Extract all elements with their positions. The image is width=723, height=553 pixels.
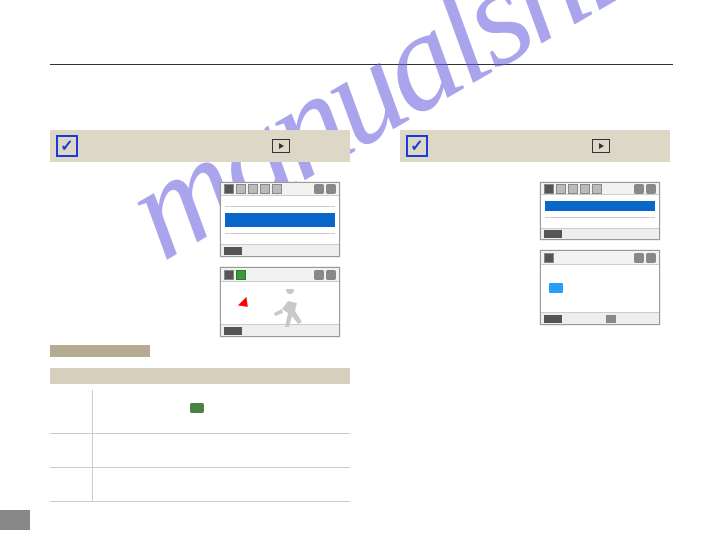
- badge-icon: [326, 184, 336, 194]
- table-header-bar: [50, 368, 350, 384]
- running-figure-icon: [268, 289, 308, 335]
- table-row: [50, 468, 350, 502]
- check-icon: ✓: [56, 135, 78, 157]
- screen-tabbar: [221, 183, 339, 196]
- badge-icon: [646, 253, 656, 263]
- menu-label-icon: [544, 230, 562, 238]
- tab-icon: [592, 184, 602, 194]
- red-arrow-icon: [238, 297, 252, 311]
- menu-label-icon: [224, 247, 242, 255]
- tab-icon: [568, 184, 578, 194]
- rule-top: [50, 64, 673, 65]
- subsection-label-bar: [50, 345, 150, 357]
- tab-icon: [544, 253, 554, 263]
- green-chip-icon: [190, 403, 204, 413]
- table-row: [50, 434, 350, 468]
- tab-icon: [248, 184, 258, 194]
- menu-body: [541, 195, 659, 228]
- badge-icon: [646, 184, 656, 194]
- folder-body: [541, 265, 659, 312]
- menu-label-icon: [224, 327, 242, 335]
- check-icon: ✓: [406, 135, 428, 157]
- menu-screen: [540, 182, 660, 240]
- screen-footer: [221, 244, 339, 256]
- tab-icon: [224, 184, 234, 194]
- preview-body: [221, 282, 339, 324]
- menu-row: [225, 206, 335, 207]
- badge-icon: [314, 270, 324, 280]
- badge-icon: [634, 184, 644, 194]
- screen-footer: [541, 228, 659, 239]
- table-divider: [92, 390, 93, 433]
- menu-label-icon: [544, 315, 562, 323]
- tab-icon: [260, 184, 270, 194]
- folder-screen: [540, 250, 660, 325]
- menu-body: [221, 196, 339, 244]
- options-table: [50, 390, 350, 502]
- folder-icon: [549, 283, 563, 293]
- preview-screen: [220, 267, 340, 337]
- tab-icon: [236, 184, 246, 194]
- play-icon: [592, 139, 610, 153]
- menu-selection: [545, 201, 655, 211]
- tab-icon: [272, 184, 282, 194]
- menu-row: [545, 217, 655, 218]
- page-edge-tab: [0, 510, 30, 530]
- menu-selection: [225, 213, 335, 227]
- badge-icon: [326, 270, 336, 280]
- right-screenshot-stack: [540, 182, 670, 325]
- tab-icon: [580, 184, 590, 194]
- screen-tabbar: [541, 183, 659, 195]
- play-icon: [272, 139, 290, 153]
- table-row: [50, 390, 350, 434]
- left-screenshot-stack: [220, 182, 350, 337]
- menu-screen: [220, 182, 340, 257]
- table-divider: [92, 434, 93, 467]
- badge-green-icon: [236, 270, 246, 280]
- menu-row: [225, 233, 335, 234]
- table-divider: [92, 468, 93, 501]
- left-section-header: ✓: [50, 130, 350, 162]
- badge-icon: [314, 184, 324, 194]
- tab-icon: [556, 184, 566, 194]
- tab-icon: [224, 270, 234, 280]
- left-column: ✓: [50, 130, 350, 347]
- right-section-header: ✓: [400, 130, 670, 162]
- tab-icon: [544, 184, 554, 194]
- nav-icon: [606, 315, 616, 323]
- screen-footer: [541, 312, 659, 324]
- screen-topbar: [221, 268, 339, 282]
- screen-topbar: [541, 251, 659, 265]
- right-column: ✓: [400, 130, 670, 335]
- badge-icon: [634, 253, 644, 263]
